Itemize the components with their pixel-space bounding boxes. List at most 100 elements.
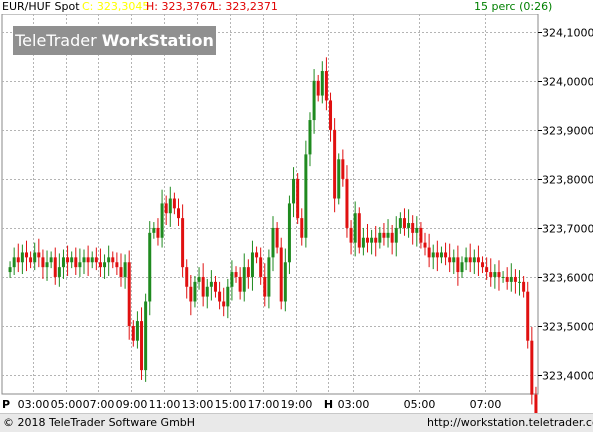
candle-body — [234, 272, 238, 277]
candle-body — [423, 242, 427, 248]
candle-body — [329, 100, 333, 130]
candle-body — [456, 257, 460, 273]
candle-body — [127, 262, 131, 326]
candle-body — [357, 213, 361, 248]
symbol-label: EUR/HUF Spot — [2, 0, 80, 13]
candle-body — [402, 218, 406, 228]
candle-body — [94, 257, 98, 263]
website-link[interactable]: http://workstation.teletrader.com/ — [427, 417, 593, 429]
chart-header: EUR/HUF Spot C: 323,3045 H: 323,3767 L: … — [0, 0, 593, 14]
interval-label: 15 perc (0:26) — [474, 0, 553, 13]
candle-body — [464, 257, 468, 263]
candle-body — [189, 286, 193, 302]
candle-body — [419, 227, 423, 243]
chart-area[interactable]: 324,1000 324,0000 323,9000 323,8000 323,7000… — [0, 14, 593, 413]
x-tick-label: 07:00 — [470, 398, 502, 411]
candle-body — [160, 203, 164, 238]
candle-body — [435, 252, 439, 258]
candle-body — [61, 257, 65, 268]
candle-body — [476, 257, 480, 263]
candle-body — [226, 286, 230, 307]
x-tick-label: 07:00 — [83, 398, 115, 411]
candle-body — [320, 71, 324, 96]
candle-body — [534, 394, 538, 413]
grid-layer — [1, 14, 539, 395]
candle-body — [312, 80, 316, 121]
x-tick-label: H — [324, 398, 333, 411]
candle-body — [53, 257, 57, 277]
candle-body — [250, 252, 254, 277]
candle-body — [452, 257, 456, 263]
x-tick-label: 09:00 — [116, 398, 148, 411]
candle-body — [16, 257, 20, 263]
candle-body — [394, 227, 398, 243]
candle-body — [411, 223, 415, 233]
candle-body — [78, 262, 82, 268]
candle-body — [308, 120, 312, 155]
candle-body — [361, 237, 365, 248]
plot-frame — [1, 14, 539, 395]
y-tick-label: 323,8000 — [542, 174, 593, 187]
y-tick-label: 323,5000 — [542, 321, 593, 334]
candle-body — [193, 281, 197, 302]
candle-body — [316, 80, 320, 96]
candle-body — [407, 223, 411, 228]
candle-body — [497, 272, 501, 277]
candle-body — [90, 257, 94, 263]
candle-body — [218, 291, 222, 302]
candle-body — [168, 198, 172, 214]
candle-body — [181, 218, 185, 268]
candle-body — [427, 247, 431, 258]
candle-body — [374, 237, 378, 243]
x-tick-label: 03:00 — [338, 398, 370, 411]
candle-body — [333, 129, 337, 199]
candle-body — [448, 257, 452, 263]
candle-body — [33, 252, 37, 263]
watermark-brand: TeleTrader — [15, 31, 97, 50]
copyright-text: © 2018 TeleTrader Software GmbH — [3, 416, 196, 429]
candle-body — [41, 257, 45, 268]
candle-body — [267, 257, 271, 297]
candle-body — [522, 281, 526, 292]
y-tick-label: 324,0000 — [542, 76, 593, 89]
candle-body — [337, 159, 341, 199]
candle-body — [530, 340, 534, 395]
candle-body — [353, 213, 357, 243]
x-tick-label: 13:00 — [182, 398, 214, 411]
candle-body — [242, 267, 246, 292]
candle-body — [37, 252, 41, 258]
x-axis: P 03:00 05:00 07:00 09:00 11:00 13:00 15:00 17:0… — [2, 398, 501, 411]
candle-body — [201, 276, 205, 297]
candlestick-chart[interactable]: 324,1000 324,0000 323,9000 323,8000 323,7000… — [0, 14, 593, 413]
candle-body — [390, 232, 394, 243]
y-tick-label: 323,9000 — [542, 125, 593, 138]
candle-body — [8, 267, 12, 273]
candle-body — [123, 262, 127, 277]
candle-body — [300, 218, 304, 238]
candle-body — [365, 237, 369, 243]
candle-body — [255, 252, 259, 258]
candle-body — [513, 276, 517, 282]
candle-body — [164, 203, 168, 214]
x-tick-label: 11:00 — [149, 398, 181, 411]
y-tick-label: 323,7000 — [542, 223, 593, 236]
candle-body — [49, 257, 53, 263]
candle-body — [296, 178, 300, 219]
candle-body — [82, 257, 86, 263]
candle-body — [382, 232, 386, 238]
y-tick-label: 323,4000 — [542, 370, 593, 383]
candle-body — [156, 227, 160, 238]
candle-body — [230, 272, 234, 287]
candle-body — [119, 267, 123, 277]
candle-body — [415, 227, 419, 233]
candle-body — [263, 276, 267, 297]
candles-layer — [8, 57, 538, 413]
x-tick-label: P — [2, 398, 10, 411]
candle-body — [518, 281, 522, 283]
candle-body — [501, 276, 505, 278]
candle-body — [205, 286, 209, 297]
candle-body — [103, 262, 107, 268]
close-label: C: 323,3045 — [82, 0, 150, 13]
candle-body — [222, 301, 226, 307]
candle-body — [213, 281, 217, 292]
